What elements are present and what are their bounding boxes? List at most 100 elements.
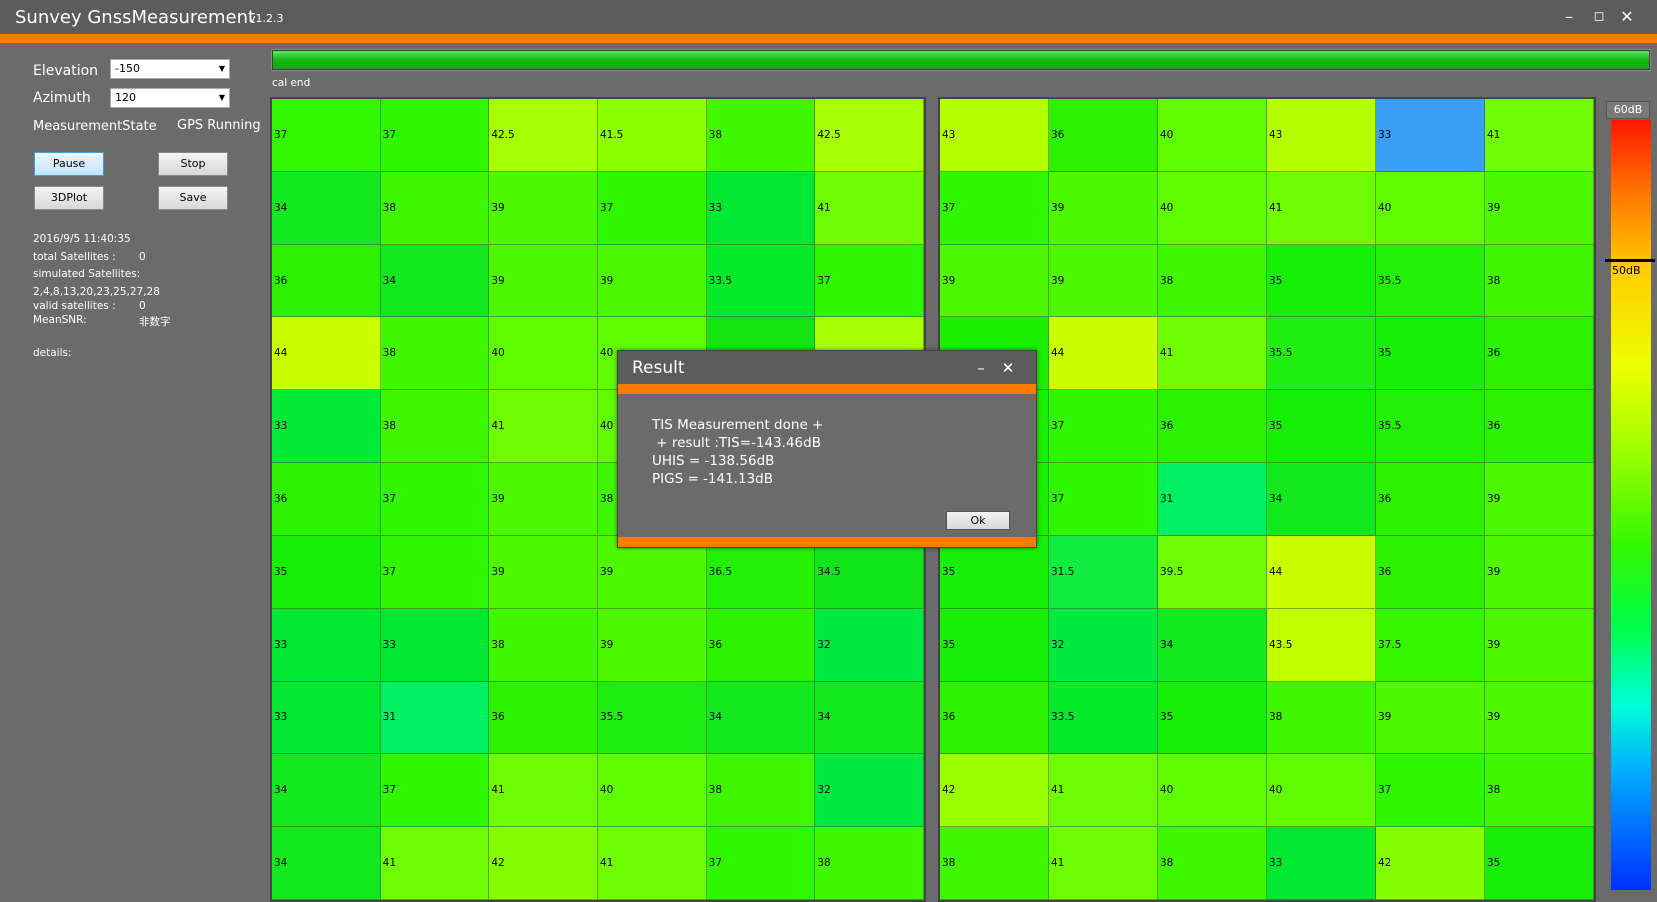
grid-cell: 38 [380, 317, 490, 391]
maximize-button[interactable]: ◻ [1586, 5, 1612, 29]
grid-cell: 39 [489, 463, 598, 536]
control-panel: Elevation -150 ▼ Azimuth 120 ▼ Measureme… [0, 43, 268, 902]
grid-cell: 44 [272, 317, 381, 391]
grid-cell: 39 [597, 608, 707, 682]
grid-cell: 39.5 [1158, 535, 1267, 609]
save-button[interactable]: Save [158, 186, 228, 210]
grid-cell: 41 [380, 827, 490, 900]
grid-cell: 41 [489, 390, 598, 464]
grid-cell: 42.5 [815, 99, 924, 172]
mean-snr-value: 非数字 [139, 316, 171, 328]
grid-cell: 38 [1485, 754, 1594, 828]
grid-cell: 38 [815, 827, 924, 900]
grid-cell: 37 [380, 754, 490, 828]
grid-cell: 41 [815, 171, 924, 245]
grid-cell: 36 [1376, 535, 1485, 609]
azimuth-select[interactable]: 120 ▼ [110, 88, 230, 108]
elevation-label: Elevation [33, 63, 99, 79]
grid-cell: 32 [1049, 608, 1158, 682]
azimuth-label: Azimuth [33, 90, 91, 106]
grid-cell: 36 [706, 608, 816, 682]
dialog-minimize-button[interactable]: – [970, 357, 992, 379]
minimize-button[interactable]: – [1556, 5, 1582, 29]
grid-cell: 37.5 [1376, 608, 1485, 682]
grid-cell: 42 [940, 754, 1049, 828]
grid-cell: 31 [380, 681, 490, 755]
grid-cell: 35 [1158, 681, 1267, 755]
grid-cell: 41 [1158, 317, 1267, 391]
dialog-title-bar[interactable]: Result – ✕ [618, 351, 1036, 384]
grid-cell: 36 [489, 681, 598, 755]
valid-satellites-value: 0 [139, 300, 146, 312]
ok-button[interactable]: Ok [946, 511, 1010, 530]
grid-cell: 35 [272, 535, 381, 609]
result-line: + result :TIS=-143.46dB [652, 435, 821, 451]
result-dialog: Result – ✕ TIS Measurement done + + resu… [617, 350, 1037, 548]
grid-cell: 39 [1049, 244, 1158, 318]
stop-button[interactable]: Stop [158, 152, 228, 176]
grid-cell: 34 [815, 681, 924, 755]
grid-cell: 38 [1158, 827, 1267, 900]
grid-cell: 34 [706, 681, 816, 755]
grid-cell: 34 [1158, 608, 1267, 682]
grid-cell: 33 [380, 608, 490, 682]
total-satellites-label: total Satellites : [33, 251, 116, 263]
grid-cell: 37 [380, 99, 490, 172]
close-button[interactable]: ✕ [1614, 5, 1640, 29]
grid-cell: 31 [1158, 463, 1267, 536]
grid-cell: 35 [940, 608, 1049, 682]
grid-cell: 37 [380, 535, 490, 609]
grid-cell: 35 [1267, 244, 1376, 318]
grid-cell: 33.5 [706, 244, 816, 318]
grid-cell: 37 [1049, 390, 1158, 464]
grid-cell: 33 [1267, 827, 1376, 900]
grid-cell: 38 [489, 608, 598, 682]
grid-cell: 37 [380, 463, 490, 536]
grid-cell: 37 [1049, 463, 1158, 536]
grid-cell: 35.5 [1267, 317, 1376, 391]
grid-cell: 32 [815, 608, 924, 682]
colorscale-bar [1611, 120, 1651, 890]
grid-cell: 42 [489, 827, 598, 900]
grid-cell: 38 [380, 390, 490, 464]
grid-cell: 39 [489, 535, 598, 609]
grid-cell: 33 [272, 608, 381, 682]
dialog-close-button[interactable]: ✕ [997, 357, 1019, 379]
grid-cell: 36 [1376, 463, 1485, 536]
grid-cell: 34 [272, 171, 381, 245]
chevron-down-icon[interactable]: ▼ [215, 89, 229, 107]
progress-bar [271, 49, 1651, 71]
grid-cell: 35 [1376, 317, 1485, 391]
chevron-down-icon[interactable]: ▼ [215, 60, 229, 78]
grid-cell: 33 [706, 171, 816, 245]
app-version: v1.2.3 [249, 12, 284, 25]
details-label: details: [33, 347, 72, 359]
grid-cell: 33 [1376, 99, 1485, 172]
grid-cell: 37 [272, 99, 381, 172]
datetime: 2016/9/5 11:40:35 [33, 233, 131, 245]
3dplot-button[interactable]: 3DPlot [34, 186, 104, 210]
elevation-select[interactable]: -150 ▼ [110, 59, 230, 79]
grid-cell: 36 [1049, 99, 1158, 172]
grid-cell: 43.5 [1267, 608, 1376, 682]
grid-cell: 44 [1049, 317, 1158, 391]
grid-cell: 33 [272, 681, 381, 755]
grid-cell: 41 [1049, 754, 1158, 828]
grid-cell: 38 [1267, 681, 1376, 755]
colorscale-mid-label: 50dB [1612, 264, 1641, 277]
result-line: PIGS = -141.13dB [652, 471, 773, 487]
grid-cell: 34 [380, 244, 490, 318]
grid-cell: 39 [940, 244, 1049, 318]
grid-cell: 40 [489, 317, 598, 391]
grid-cell: 38 [706, 754, 816, 828]
grid-cell: 40 [1376, 171, 1485, 245]
grid-cell: 34 [272, 827, 381, 900]
grid-cell: 39 [1485, 171, 1594, 245]
grid-cell: 35.5 [1376, 390, 1485, 464]
grid-cell: 41 [1049, 827, 1158, 900]
elevation-value: -150 [115, 62, 140, 75]
grid-cell: 36 [1485, 390, 1594, 464]
grid-cell: 41 [489, 754, 598, 828]
grid-cell: 42 [1376, 827, 1485, 900]
pause-button[interactable]: Pause [34, 152, 104, 176]
